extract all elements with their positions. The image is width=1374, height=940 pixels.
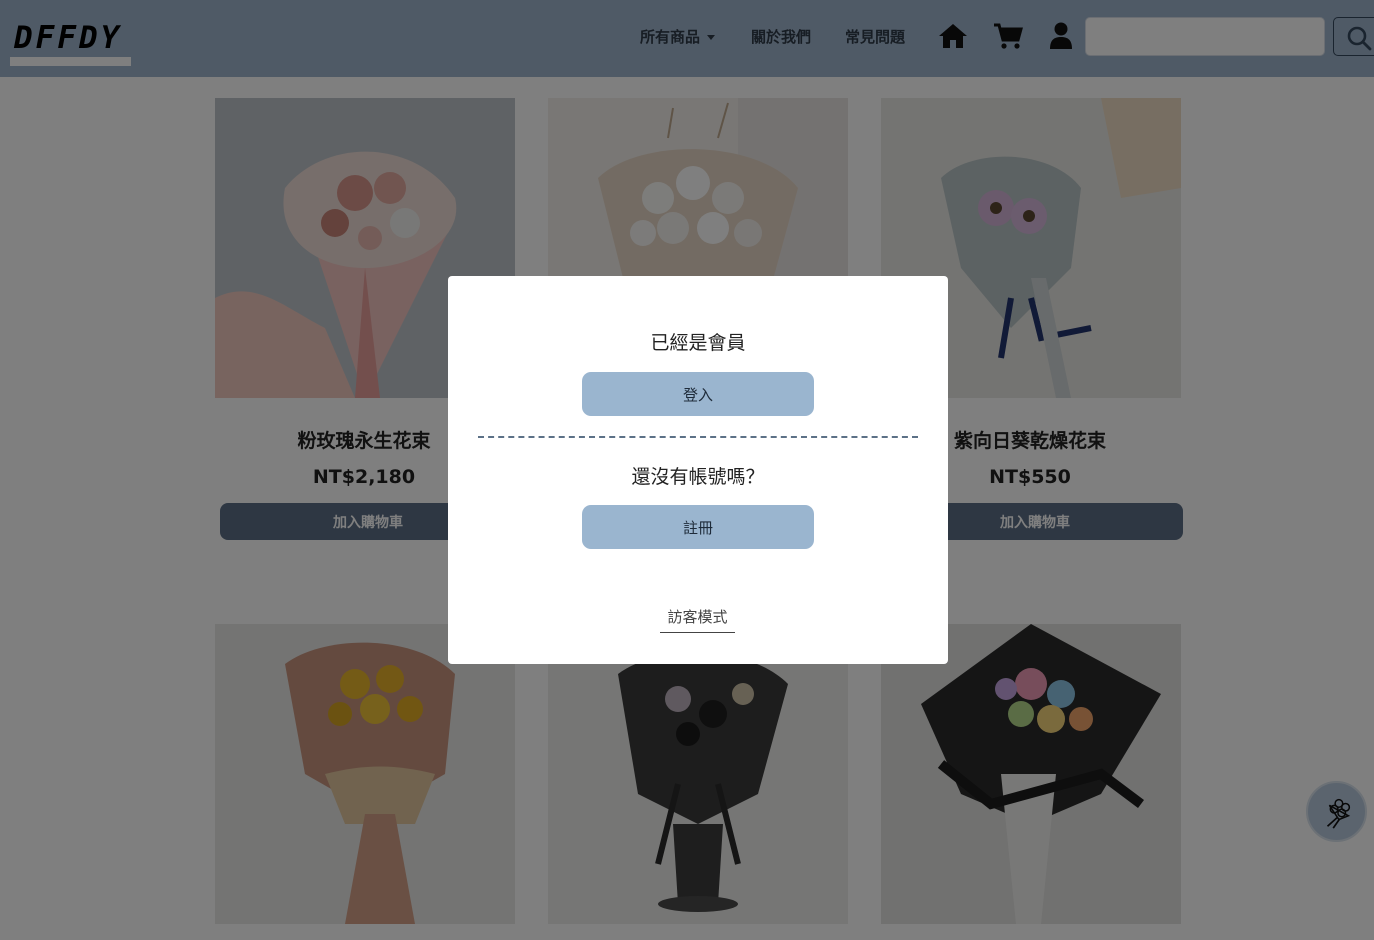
- guest-mode-link[interactable]: 訪客模式: [660, 606, 735, 633]
- register-button[interactable]: 註冊: [582, 505, 814, 549]
- login-button[interactable]: 登入: [582, 372, 814, 416]
- no-account-heading: 還沒有帳號嗎？: [631, 466, 765, 488]
- member-heading: 已經是會員: [650, 332, 746, 354]
- modal-divider: [478, 436, 918, 438]
- login-modal: 已經是會員 登入 還沒有帳號嗎？ 註冊 訪客模式: [448, 276, 948, 664]
